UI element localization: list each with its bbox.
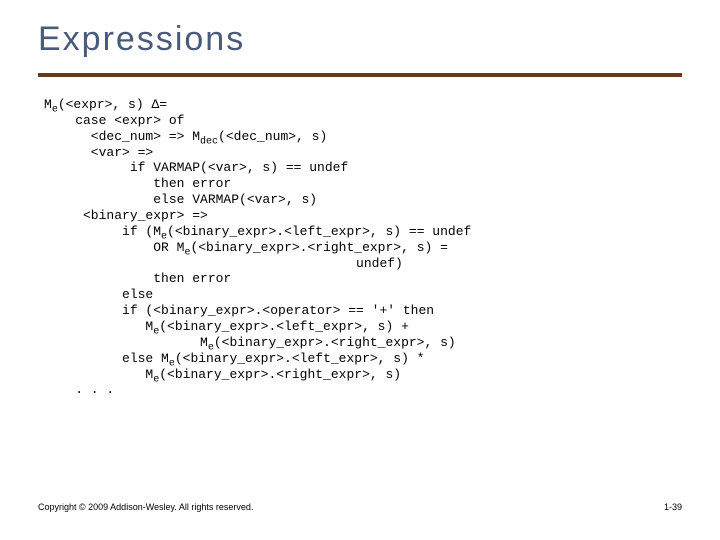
code-line: (<binary_expr>.<left_expr>, s) == undef — [167, 224, 471, 239]
code-line: (<binary_expr>.<right_expr>, s) — [159, 367, 401, 382]
code-line: (<binary_expr>.<left_expr>, s) + — [159, 319, 409, 334]
code-line: case <expr> of — [44, 113, 184, 128]
code-line: else VARMAP(<var>, s) — [44, 192, 317, 207]
code-sub: dec — [200, 136, 218, 147]
code-line: (<dec_num>, s) — [218, 129, 327, 144]
title-rule — [38, 73, 682, 77]
code-line: (<binary_expr>.<right_expr>, s) = — [190, 240, 447, 255]
footer: Copyright © 2009 Addison-Wesley. All rig… — [38, 502, 682, 512]
code-line: M — [44, 319, 153, 334]
code-line: else — [44, 287, 153, 302]
code-line: then error — [44, 176, 231, 191]
code-line: M — [44, 367, 153, 382]
copyright-text: Copyright © 2009 Addison-Wesley. All rig… — [38, 502, 253, 512]
page-number: 1-39 — [664, 502, 682, 512]
code-line: undef) — [44, 256, 403, 271]
code-line: <dec_num> => M — [44, 129, 200, 144]
code-line: M — [44, 335, 208, 350]
code-line: else M — [44, 351, 169, 366]
code-line: if VARMAP(<var>, s) == undef — [44, 160, 348, 175]
code-line: then error — [44, 271, 231, 286]
code-line: . . . — [44, 382, 114, 397]
code-line: M — [44, 97, 52, 112]
slide-title: Expressions — [38, 20, 682, 59]
code-line: (<binary_expr>.<right_expr>, s) — [214, 335, 456, 350]
code-block: Me(<expr>, s) Δ= case <expr> of <dec_num… — [44, 97, 682, 398]
code-line: (<binary_expr>.<left_expr>, s) * — [175, 351, 425, 366]
code-line: OR M — [44, 240, 184, 255]
code-line: <var> => — [44, 145, 153, 160]
code-line: <binary_expr> => — [44, 208, 208, 223]
code-line: (<expr>, s) Δ= — [58, 97, 167, 112]
code-line: if (<binary_expr>.<operator> == '+' then — [44, 303, 434, 318]
code-line: if (M — [44, 224, 161, 239]
